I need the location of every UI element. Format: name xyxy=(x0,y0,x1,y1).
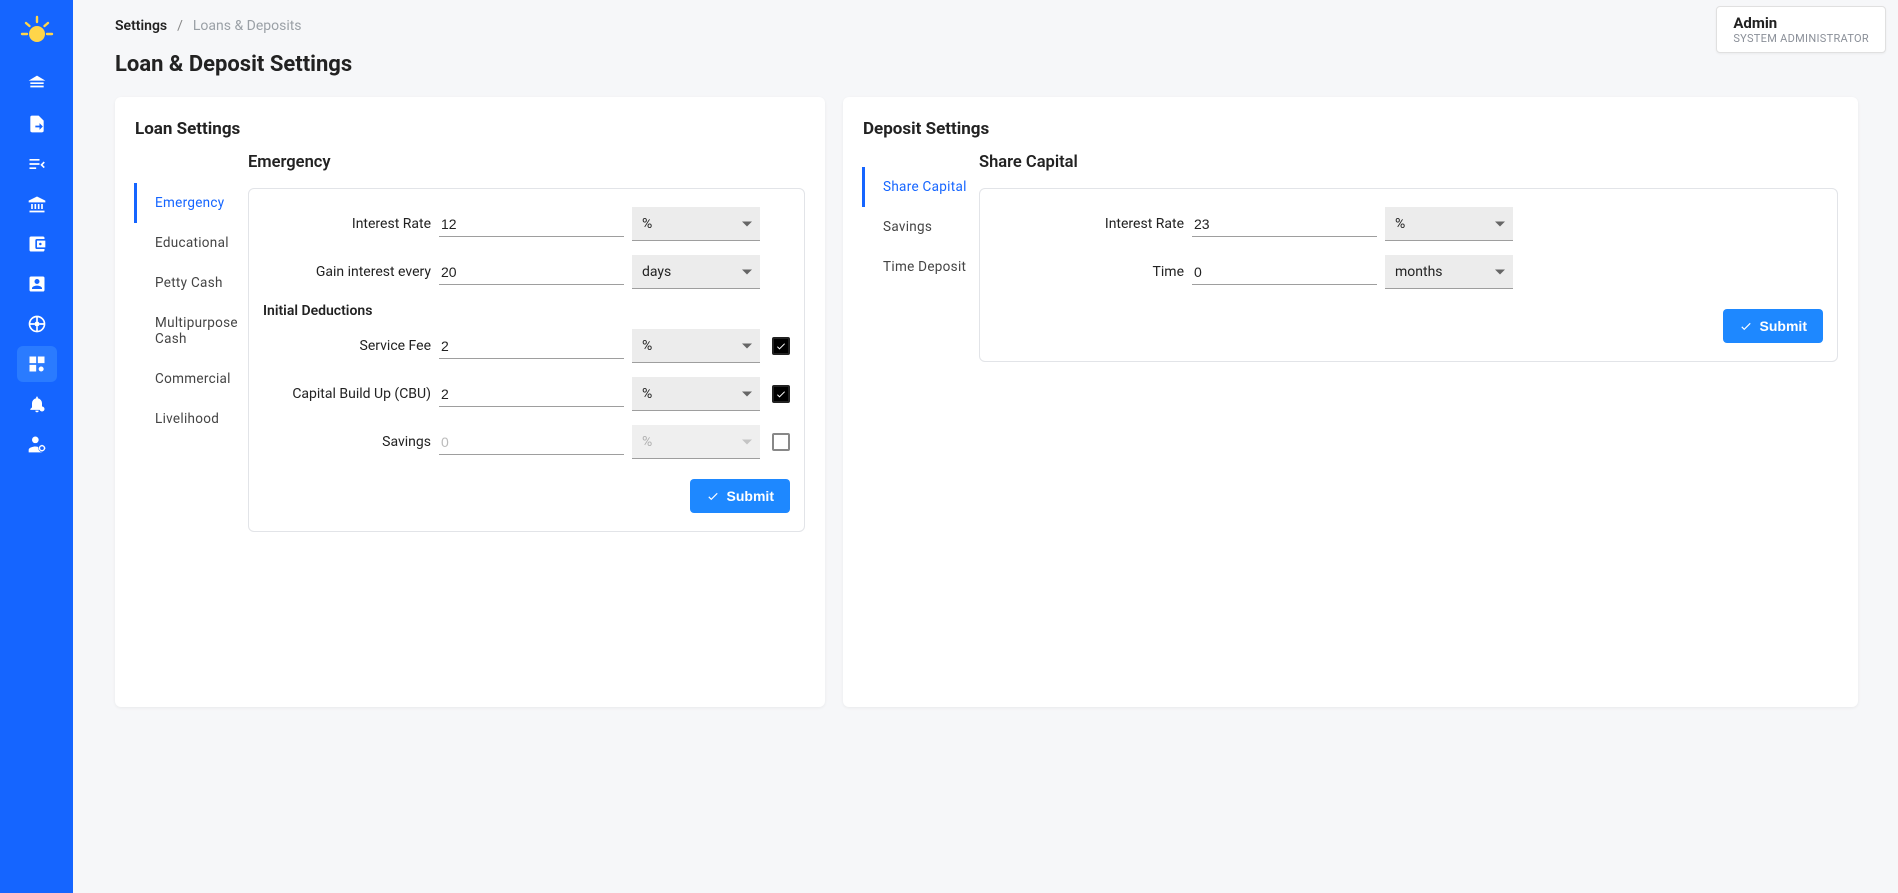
loan-tab-pettycash[interactable]: Petty Cash xyxy=(134,263,248,303)
deposit-tab-sharecapital[interactable]: Share Capital xyxy=(862,167,979,207)
user-name: Admin xyxy=(1733,14,1869,32)
interest-rate-unit-value: % xyxy=(642,216,652,232)
breadcrumb-sep: / xyxy=(177,18,183,34)
chevron-down-icon xyxy=(742,269,752,274)
savings-label: Savings xyxy=(263,434,431,450)
chevron-down-icon xyxy=(742,391,752,396)
loan-tab-livelihood[interactable]: Livelihood xyxy=(134,399,248,439)
loan-submit-button[interactable]: Submit xyxy=(690,479,790,513)
dep-time-input[interactable] xyxy=(1192,260,1377,285)
page-title: Loan & Deposit Settings xyxy=(115,52,1858,77)
deposit-section-title: Share Capital xyxy=(979,153,1838,172)
check-icon xyxy=(706,489,720,503)
savings-input[interactable] xyxy=(439,430,624,455)
nav-item-5[interactable] xyxy=(17,226,57,262)
chevron-down-icon xyxy=(742,439,752,444)
deposit-tabs: Share Capital Savings Time Deposit xyxy=(863,153,979,362)
nav-item-settings-active[interactable] xyxy=(17,346,57,382)
dep-time-label: Time xyxy=(994,264,1184,280)
chevron-down-icon xyxy=(1495,269,1505,274)
nav-item-1[interactable] xyxy=(17,66,57,102)
deposit-form-box: Interest Rate % Time xyxy=(979,188,1838,362)
dep-time-unit-select[interactable]: months xyxy=(1385,255,1513,289)
nav-item-10[interactable] xyxy=(17,426,57,462)
loan-tab-educational[interactable]: Educational xyxy=(134,223,248,263)
breadcrumb: Settings / Loans & Deposits xyxy=(115,18,1858,34)
service-fee-input[interactable] xyxy=(439,334,624,359)
app-logo xyxy=(15,10,59,54)
service-fee-unit-value: % xyxy=(642,338,652,354)
loan-tab-emergency[interactable]: Emergency xyxy=(134,183,248,223)
dep-time-unit-value: months xyxy=(1395,264,1443,280)
gain-interest-unit-value: days xyxy=(642,264,671,280)
dep-interest-rate-label: Interest Rate xyxy=(994,216,1184,232)
loan-panel: Loan Settings Emergency Educational Pett… xyxy=(115,97,825,707)
dep-interest-rate-unit-select[interactable]: % xyxy=(1385,207,1513,241)
cbu-checkbox[interactable] xyxy=(772,385,790,403)
gain-interest-label: Gain interest every xyxy=(263,264,431,280)
service-fee-unit-select[interactable]: % xyxy=(632,329,760,363)
cbu-unit-value: % xyxy=(642,386,652,402)
sidebar xyxy=(0,0,73,893)
interest-rate-label: Interest Rate xyxy=(263,216,431,232)
user-role: SYSTEM ADMINISTRATOR xyxy=(1733,32,1869,45)
nav-item-4[interactable] xyxy=(17,186,57,222)
loan-submit-label: Submit xyxy=(727,488,774,504)
loan-panel-title: Loan Settings xyxy=(135,119,805,139)
cbu-label: Capital Build Up (CBU) xyxy=(263,386,431,402)
dep-interest-rate-unit-value: % xyxy=(1395,216,1405,232)
initial-deductions-heading: Initial Deductions xyxy=(263,303,790,319)
gain-interest-unit-select[interactable]: days xyxy=(632,255,760,289)
savings-unit-select[interactable]: % xyxy=(632,425,760,459)
cbu-input[interactable] xyxy=(439,382,624,407)
savings-unit-value: % xyxy=(642,434,652,450)
service-fee-label: Service Fee xyxy=(263,338,431,354)
user-card[interactable]: Admin SYSTEM ADMINISTRATOR xyxy=(1716,6,1886,53)
loan-tabs: Emergency Educational Petty Cash Multipu… xyxy=(135,153,248,532)
breadcrumb-root[interactable]: Settings xyxy=(115,18,167,34)
service-fee-checkbox[interactable] xyxy=(772,337,790,355)
nav-item-9[interactable] xyxy=(17,386,57,422)
chevron-down-icon xyxy=(1495,221,1505,226)
nav-item-2[interactable] xyxy=(17,106,57,142)
nav-item-7[interactable] xyxy=(17,306,57,342)
deposit-tab-timedeposit[interactable]: Time Deposit xyxy=(862,247,979,287)
nav-item-3[interactable] xyxy=(17,146,57,182)
deposit-submit-label: Submit xyxy=(1760,318,1807,334)
loan-form-box: Interest Rate % Gain interest every xyxy=(248,188,805,532)
loan-tab-multipurpose[interactable]: Multipurpose Cash xyxy=(134,303,248,359)
deposit-tab-savings[interactable]: Savings xyxy=(862,207,979,247)
nav-item-6[interactable] xyxy=(17,266,57,302)
cbu-unit-select[interactable]: % xyxy=(632,377,760,411)
check-icon xyxy=(1739,319,1753,333)
chevron-down-icon xyxy=(742,343,752,348)
gain-interest-input[interactable] xyxy=(439,260,624,285)
deposit-submit-button[interactable]: Submit xyxy=(1723,309,1823,343)
loan-section-title: Emergency xyxy=(248,153,805,172)
loan-tab-commercial[interactable]: Commercial xyxy=(134,359,248,399)
dep-interest-rate-input[interactable] xyxy=(1192,212,1377,237)
deposit-panel: Deposit Settings Share Capital Savings T… xyxy=(843,97,1858,707)
deposit-panel-title: Deposit Settings xyxy=(863,119,1838,139)
savings-checkbox[interactable] xyxy=(772,433,790,451)
chevron-down-icon xyxy=(742,221,752,226)
main-content: Admin SYSTEM ADMINISTRATOR Settings / Lo… xyxy=(73,0,1898,893)
interest-rate-input[interactable] xyxy=(439,212,624,237)
breadcrumb-current: Loans & Deposits xyxy=(193,18,302,34)
interest-rate-unit-select[interactable]: % xyxy=(632,207,760,241)
